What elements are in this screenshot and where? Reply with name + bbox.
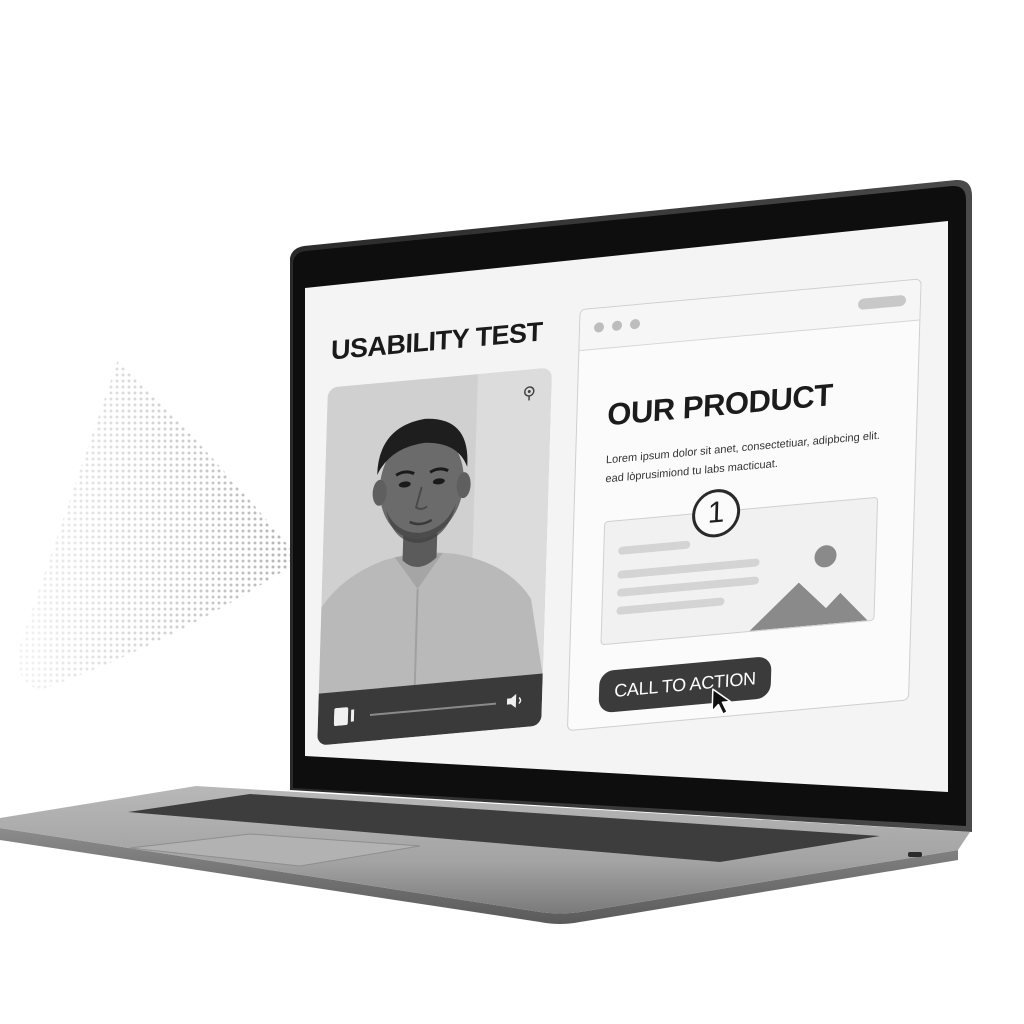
video-player[interactable] — [317, 367, 552, 746]
browser-title-bar — [579, 279, 921, 352]
product-heading: OUR PRODUCT — [606, 377, 834, 433]
mountain-image-icon — [749, 545, 868, 631]
browser-window: OUR PRODUCT Lorem ipsum dolor sit anet, … — [566, 278, 922, 732]
text-line-placeholder — [618, 540, 691, 556]
text-line-placeholder — [616, 576, 760, 598]
text-line-placeholder — [617, 558, 760, 580]
usability-test-app: USABILITY TEST OUR PRODUCT Lorem ipsum d… — [290, 230, 945, 788]
video-progress-bar[interactable] — [369, 702, 497, 716]
webcam-icon — [524, 386, 535, 401]
window-dot[interactable] — [629, 318, 641, 330]
screen-content: USABILITY TEST OUR PRODUCT Lorem ipsum d… — [290, 230, 945, 788]
cursor-arrow-icon — [711, 688, 732, 715]
content-card — [600, 496, 879, 646]
text-line-placeholder — [616, 597, 725, 616]
participant-video — [318, 367, 552, 696]
page-title: USABILITY TEST — [330, 316, 544, 366]
window-dot[interactable] — [593, 321, 605, 333]
volume-icon[interactable] — [506, 692, 524, 710]
address-bar-pill[interactable] — [857, 294, 907, 311]
product-description: Lorem ipsum dolor sit anet, consectetiua… — [605, 429, 881, 486]
usb-port — [908, 852, 922, 857]
call-to-action-button[interactable]: CALL TO ACTION — [598, 655, 772, 714]
scene: USABILITY TEST OUR PRODUCT Lorem ipsum d… — [0, 0, 1024, 1024]
window-dot[interactable] — [611, 320, 623, 332]
play-icon[interactable] — [333, 706, 357, 727]
